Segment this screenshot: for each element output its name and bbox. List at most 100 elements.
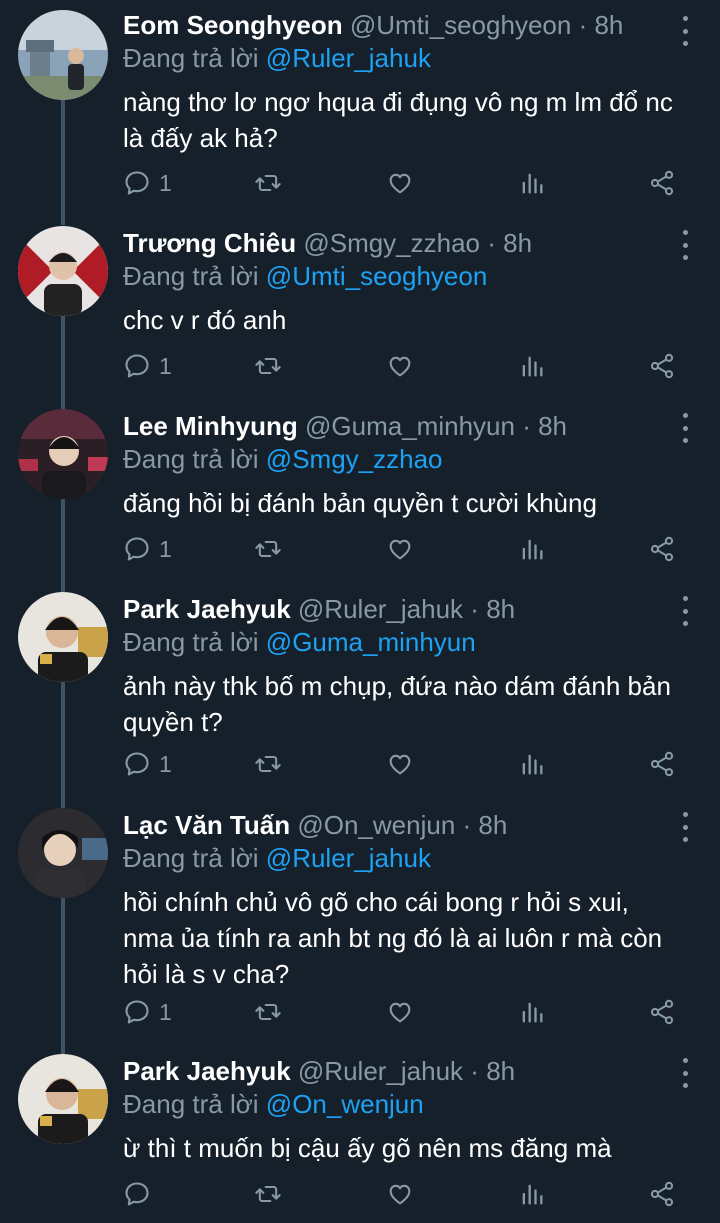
reply-button[interactable]: 1	[123, 529, 172, 569]
reply-count: 1	[159, 998, 172, 1025]
more-vertical-icon[interactable]	[680, 596, 690, 626]
thread-line	[61, 100, 65, 225]
author-handle[interactable]: @Ruler_jahuk	[298, 594, 463, 624]
analytics-button[interactable]	[518, 529, 546, 569]
timestamp[interactable]: 8h	[594, 10, 623, 40]
replying-to: Đang trả lời @Umti_seoghyeon	[123, 260, 700, 292]
retweet-button[interactable]	[254, 346, 282, 386]
replying-to: Đang trả lời @Ruler_jahuk	[123, 842, 700, 874]
more-vertical-icon[interactable]	[680, 230, 690, 260]
tweet-actions: 1	[123, 163, 683, 203]
heart-icon	[386, 750, 414, 778]
author-name[interactable]: Park Jaehyuk	[123, 594, 291, 624]
avatar[interactable]	[18, 592, 108, 682]
reply-button[interactable]: 1	[123, 992, 172, 1032]
share-button[interactable]	[648, 346, 676, 386]
timestamp[interactable]: 8h	[486, 1056, 515, 1086]
replying-to: Đang trả lời @Guma_minhyun	[123, 626, 700, 658]
author-name[interactable]: Park Jaehyuk	[123, 1056, 291, 1086]
author-handle[interactable]: @Umti_seoghyeon	[350, 10, 572, 40]
share-button[interactable]	[648, 163, 676, 203]
analytics-button[interactable]	[518, 992, 546, 1032]
analytics-button[interactable]	[518, 1174, 546, 1214]
mention-link[interactable]: @Ruler_jahuk	[266, 843, 431, 873]
share-icon	[648, 535, 676, 563]
timestamp[interactable]: 8h	[486, 594, 515, 624]
mention-link[interactable]: @Ruler_jahuk	[266, 43, 431, 73]
reply-count: 1	[159, 169, 172, 196]
analytics-icon	[518, 998, 546, 1026]
analytics-icon	[518, 1180, 546, 1208]
separator-dot: ·	[470, 594, 479, 624]
share-button[interactable]	[648, 744, 676, 784]
analytics-button[interactable]	[518, 744, 546, 784]
share-button[interactable]	[648, 529, 676, 569]
like-button[interactable]	[386, 744, 414, 784]
reply-button[interactable]: 1	[123, 163, 172, 203]
more-vertical-icon[interactable]	[680, 1058, 690, 1088]
mention-link[interactable]: @On_wenjun	[266, 1089, 424, 1119]
mention-link[interactable]: @Guma_minhyun	[266, 627, 476, 657]
replying-prefix: Đang trả lời	[123, 627, 259, 657]
reply-icon	[123, 169, 151, 197]
heart-icon	[386, 1180, 414, 1208]
more-vertical-icon[interactable]	[680, 413, 690, 443]
avatar[interactable]	[18, 808, 108, 898]
separator-dot: ·	[522, 411, 531, 441]
analytics-icon	[518, 352, 546, 380]
like-button[interactable]	[386, 163, 414, 203]
author-handle[interactable]: @On_wenjun	[297, 810, 455, 840]
reply-count: 1	[159, 535, 172, 562]
share-button[interactable]	[648, 992, 676, 1032]
retweet-button[interactable]	[254, 1174, 282, 1214]
reply-button[interactable]: 1	[123, 346, 172, 386]
more-vertical-icon[interactable]	[680, 812, 690, 842]
thread-line	[61, 898, 65, 1054]
author-handle[interactable]: @Ruler_jahuk	[298, 1056, 463, 1086]
analytics-icon	[518, 750, 546, 778]
author-handle[interactable]: @Smgy_zzhao	[303, 228, 480, 258]
share-icon	[648, 1180, 676, 1208]
reply-count: 1	[159, 352, 172, 379]
mention-link[interactable]: @Umti_seoghyeon	[266, 261, 488, 291]
retweet-icon	[254, 1180, 282, 1208]
more-vertical-icon[interactable]	[680, 16, 690, 46]
heart-icon	[386, 169, 414, 197]
author-handle[interactable]: @Guma_minhyun	[305, 411, 515, 441]
timestamp[interactable]: 8h	[538, 411, 567, 441]
thread-line	[61, 316, 65, 409]
author-name[interactable]: Lee Minhyung	[123, 411, 298, 441]
author-name[interactable]: Lạc Văn Tuấn	[123, 810, 290, 840]
author-name[interactable]: Eom Seonghyeon	[123, 10, 343, 40]
reply-icon	[123, 750, 151, 778]
tweet-actions: 1	[123, 992, 683, 1032]
share-button[interactable]	[648, 1174, 676, 1214]
avatar[interactable]	[18, 1054, 108, 1144]
retweet-button[interactable]	[254, 529, 282, 569]
analytics-button[interactable]	[518, 163, 546, 203]
like-button[interactable]	[386, 1174, 414, 1214]
tweet-actions: 1	[123, 346, 683, 386]
author-name[interactable]: Trương Chiêu	[123, 228, 296, 258]
timestamp[interactable]: 8h	[503, 228, 532, 258]
reply-button[interactable]	[123, 1174, 159, 1214]
avatar[interactable]	[18, 409, 108, 499]
replying-to: Đang trả lời @On_wenjun	[123, 1088, 700, 1120]
analytics-button[interactable]	[518, 346, 546, 386]
retweet-button[interactable]	[254, 744, 282, 784]
like-button[interactable]	[386, 529, 414, 569]
like-button[interactable]	[386, 346, 414, 386]
thread-line	[61, 499, 65, 592]
reply-button[interactable]: 1	[123, 744, 172, 784]
heart-icon	[386, 535, 414, 563]
retweet-icon	[254, 352, 282, 380]
avatar[interactable]	[18, 226, 108, 316]
share-icon	[648, 352, 676, 380]
retweet-button[interactable]	[254, 992, 282, 1032]
reply-count: 1	[159, 750, 172, 777]
avatar[interactable]	[18, 10, 108, 100]
like-button[interactable]	[386, 992, 414, 1032]
retweet-button[interactable]	[254, 163, 282, 203]
timestamp[interactable]: 8h	[478, 810, 507, 840]
mention-link[interactable]: @Smgy_zzhao	[266, 444, 443, 474]
